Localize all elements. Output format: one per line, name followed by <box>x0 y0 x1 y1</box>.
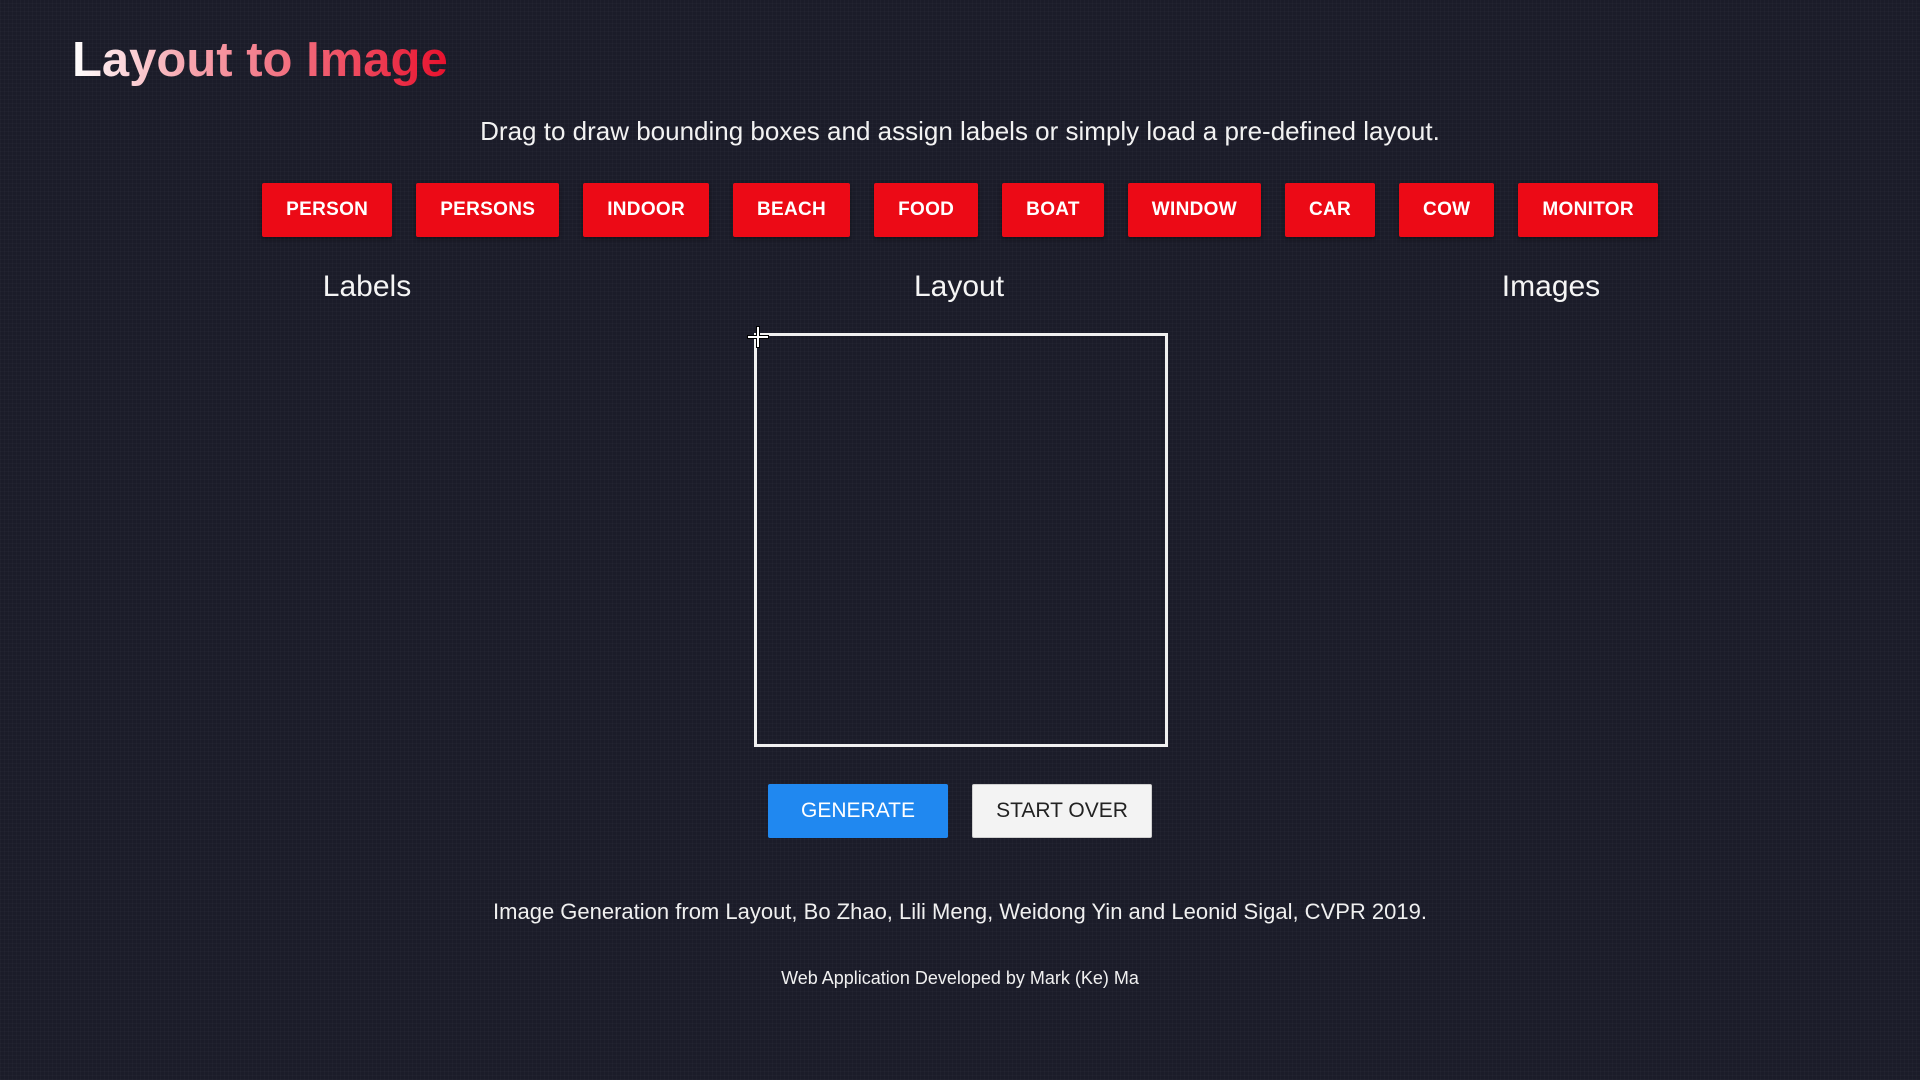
instructions-text: Drag to draw bounding boxes and assign l… <box>480 116 1440 146</box>
preset-button-monitor[interactable]: MONITOR <box>1518 183 1658 237</box>
preset-button-window[interactable]: WINDOW <box>1127 183 1261 237</box>
preset-button-food[interactable]: FOOD <box>874 183 979 237</box>
preset-button-indoor[interactable]: INDOOR <box>583 183 710 237</box>
labels-heading: Labels <box>322 270 412 303</box>
preset-button-car[interactable]: CAR <box>1284 183 1376 237</box>
preset-button-beach[interactable]: BEACH <box>733 183 851 237</box>
layout-canvas[interactable] <box>754 333 1168 747</box>
developer-credit: Web Application Developed by Mark (Ke) M… <box>781 968 1139 988</box>
layout-heading: Layout <box>913 270 1005 303</box>
page-title: Layout to Image <box>72 30 448 90</box>
preset-button-person[interactable]: PERSON <box>262 183 393 237</box>
preset-layout-buttons: PERSON PERSONS INDOOR BEACH FOOD BOAT WI… <box>0 183 1920 237</box>
citation-text: Image Generation from Layout, Bo Zhao, L… <box>493 899 1427 924</box>
start-over-button[interactable]: START OVER <box>972 784 1152 838</box>
preset-button-boat[interactable]: BOAT <box>1002 183 1104 237</box>
generate-button[interactable]: GENERATE <box>768 784 948 838</box>
images-heading: Images <box>1501 270 1601 303</box>
preset-button-persons[interactable]: PERSONS <box>416 183 560 237</box>
preset-button-cow[interactable]: COW <box>1399 183 1495 237</box>
action-buttons: GENERATE START OVER <box>0 784 1920 838</box>
